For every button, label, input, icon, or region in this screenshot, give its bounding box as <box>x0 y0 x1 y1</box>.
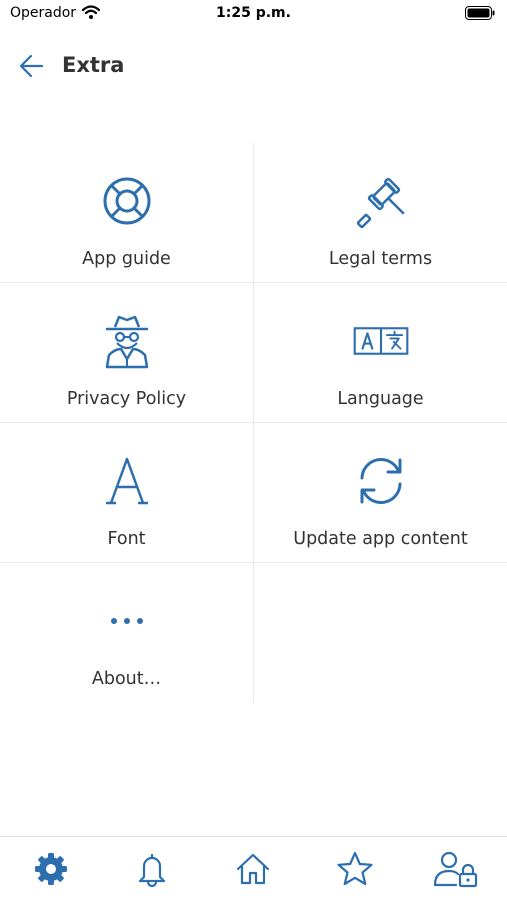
clock: 1:25 p.m. <box>216 5 291 21</box>
extra-menu-grid: App guide Legal terms Privacy Policy Lan… <box>0 143 507 703</box>
menu-item-label: Language <box>337 389 424 409</box>
menu-row: Font Update app content <box>0 423 507 563</box>
star-icon <box>337 851 373 885</box>
menu-item-label: Update app content <box>293 529 468 549</box>
tab-notifications[interactable] <box>122 839 182 899</box>
menu-item-label: App guide <box>82 249 171 269</box>
privacy-policy-item[interactable]: Privacy Policy <box>0 283 253 423</box>
arrow-left-icon <box>19 54 44 78</box>
legal-terms-item[interactable]: Legal terms <box>253 143 507 283</box>
tab-settings[interactable] <box>21 839 81 899</box>
empty-cell <box>253 563 507 703</box>
menu-item-label: Font <box>107 529 146 549</box>
spy-icon <box>99 313 155 369</box>
back-button[interactable] <box>14 50 50 82</box>
tab-favorites[interactable] <box>325 839 385 899</box>
menu-item-label: About… <box>91 669 162 689</box>
about-item[interactable]: About… <box>0 563 253 703</box>
menu-row: Privacy Policy Language <box>0 283 507 423</box>
navigation-bar: Extra <box>0 44 507 88</box>
menu-item-label: Legal terms <box>328 249 433 269</box>
language-item[interactable]: Language <box>253 283 507 423</box>
font-item[interactable]: Font <box>0 423 253 563</box>
battery-icon <box>465 6 495 20</box>
more-icon <box>99 593 155 649</box>
refresh-icon <box>353 453 409 509</box>
menu-row: App guide Legal terms <box>0 143 507 283</box>
translate-icon <box>353 313 409 369</box>
tab-account[interactable] <box>426 839 486 899</box>
gear-icon <box>34 852 67 885</box>
update-app-content-item[interactable]: Update app content <box>253 423 507 563</box>
gavel-icon <box>353 173 409 229</box>
user-lock-icon <box>434 851 478 887</box>
lifebuoy-icon <box>99 173 155 229</box>
menu-row: About… <box>0 563 507 703</box>
home-icon <box>237 853 270 884</box>
menu-item-label: Privacy Policy <box>66 389 187 409</box>
tab-bar <box>0 836 507 900</box>
app-guide-item[interactable]: App guide <box>0 143 253 283</box>
page-title: Extra <box>62 53 125 77</box>
tab-home[interactable] <box>223 839 283 899</box>
font-icon <box>99 453 155 509</box>
status-bar: Operador 1:25 p.m. <box>0 0 507 30</box>
bell-icon <box>138 853 166 887</box>
